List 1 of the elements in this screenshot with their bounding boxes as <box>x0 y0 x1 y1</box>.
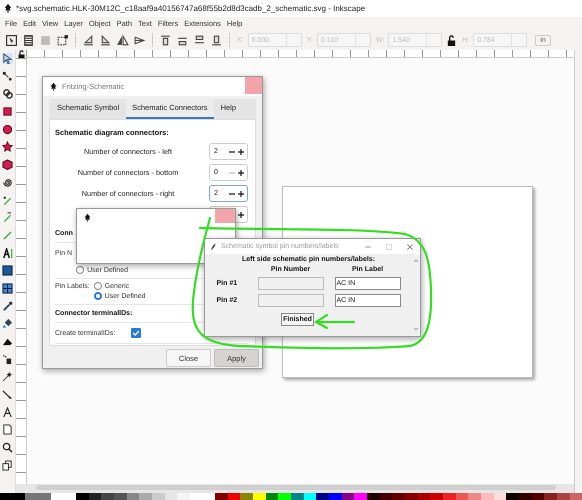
window-title: *svg.schematic.HLK-30M12C_c18aaf9a40156747a68f55b2d8d3cadb_2_schematic.svg - Inkscape <box>16 4 366 13</box>
